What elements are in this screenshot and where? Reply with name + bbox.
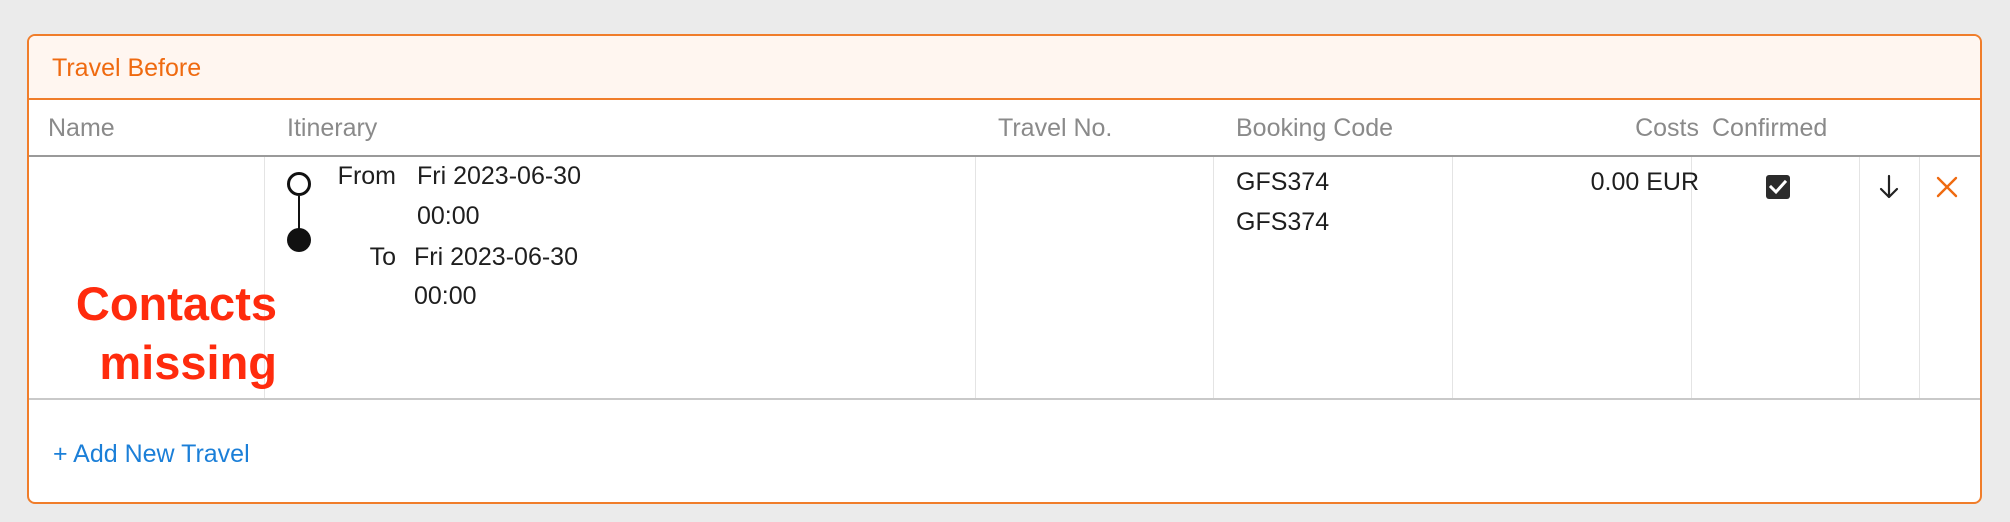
booking-code-value: GFS374 bbox=[1236, 168, 1330, 196]
header-divider bbox=[29, 155, 1980, 157]
arrival-point-icon bbox=[287, 228, 311, 252]
column-header-itinerary[interactable]: Itinerary bbox=[287, 114, 377, 143]
from-date: Fri 2023-06-30 bbox=[417, 162, 581, 190]
to-time: 00:00 bbox=[414, 282, 477, 310]
column-divider bbox=[1213, 157, 1214, 398]
contacts-missing-warning: Contacts missing bbox=[75, 277, 277, 389]
column-header-name[interactable]: Name bbox=[48, 114, 115, 143]
departure-point-icon bbox=[287, 172, 311, 196]
column-divider bbox=[1859, 157, 1860, 398]
column-divider bbox=[975, 157, 976, 398]
confirmed-checkbox[interactable] bbox=[1766, 175, 1790, 199]
delete-travel-button[interactable] bbox=[1936, 176, 1958, 203]
column-header-confirmed[interactable]: Confirmed bbox=[1712, 114, 1827, 143]
arrow-down-icon bbox=[1879, 174, 1899, 199]
booking-code-value: GFS374 bbox=[1236, 208, 1330, 236]
add-new-travel-link[interactable]: + Add New Travel bbox=[53, 440, 250, 469]
panel-header: Travel Before bbox=[29, 36, 1980, 100]
column-header-booking-code[interactable]: Booking Code bbox=[1236, 114, 1393, 143]
travel-before-panel: Travel Before Name Itinerary Travel No. … bbox=[27, 34, 1982, 504]
column-header-costs[interactable]: Costs bbox=[1589, 114, 1699, 143]
column-divider bbox=[1919, 157, 1920, 398]
row-divider bbox=[29, 398, 1980, 400]
panel-title: Travel Before bbox=[52, 54, 202, 82]
column-divider bbox=[1452, 157, 1453, 398]
column-header-travel-no[interactable]: Travel No. bbox=[998, 114, 1112, 143]
move-down-button[interactable] bbox=[1877, 174, 1901, 205]
close-icon bbox=[1936, 176, 1958, 198]
itinerary-line bbox=[298, 196, 300, 230]
from-label: From bbox=[337, 162, 396, 190]
to-date: Fri 2023-06-30 bbox=[414, 243, 578, 271]
to-label: To bbox=[369, 243, 396, 271]
costs-value: 0.00 EUR bbox=[1590, 168, 1699, 196]
from-time: 00:00 bbox=[417, 202, 480, 230]
check-icon bbox=[1769, 179, 1787, 195]
